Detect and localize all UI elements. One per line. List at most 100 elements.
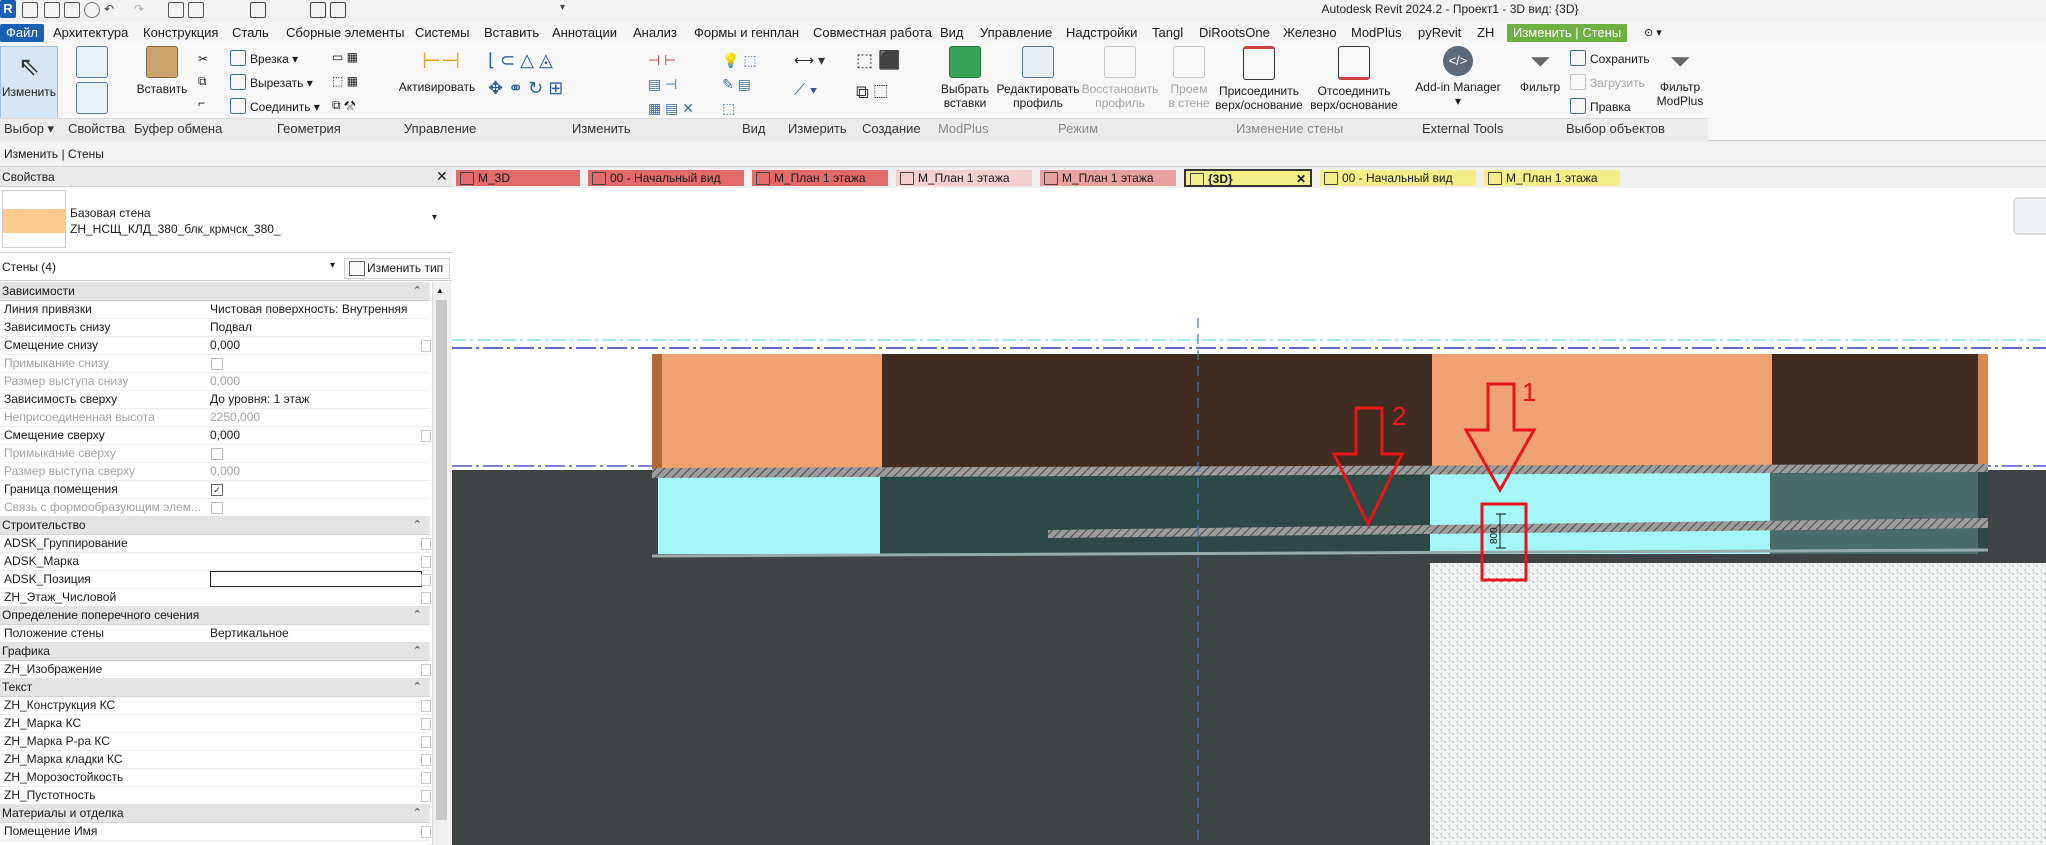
property-checkbox[interactable]: ✓ (211, 484, 223, 496)
redo-icon[interactable]: ↷ (134, 2, 148, 16)
viewcube[interactable] (2013, 197, 2046, 235)
property-row[interactable]: Граница помещения ✓ (0, 480, 430, 499)
measure-distance-icon[interactable]: ⟷ ▾ (794, 52, 825, 69)
property-row[interactable]: ADSK_Марка (0, 552, 431, 571)
attach-top-base-button[interactable]: Присоединить верх/основание (1214, 46, 1304, 120)
tab-pyrevit[interactable]: pyRevit (1418, 24, 1461, 42)
ribbon-toggle-icon[interactable]: ⊙ ▾ (1644, 24, 1662, 42)
trim-icon[interactable]: ▤ ⊣ (648, 76, 677, 93)
mirror-icon[interactable]: ⊣ ⊢ (648, 52, 676, 69)
tab-analyze[interactable]: Анализ (633, 24, 677, 42)
soil-fill[interactable] (1430, 563, 2046, 845)
customize-qat-icon[interactable]: ▾ (560, 2, 574, 16)
associate-parameter-icon[interactable] (421, 340, 431, 352)
paste-button[interactable]: Вставить (132, 46, 192, 120)
property-group[interactable]: Зависимости ⌃ (0, 282, 430, 301)
associate-parameter-icon[interactable] (421, 718, 431, 730)
associate-parameter-icon[interactable] (421, 538, 431, 550)
property-row[interactable]: ZH_Морозостойкость (0, 768, 431, 787)
cut-clipboard-icon[interactable]: ✂ (198, 52, 208, 66)
property-row[interactable]: ZH_Этаж_Числовой (0, 588, 431, 607)
modify-button[interactable]: ⇖ Изменить (0, 46, 58, 122)
collapse-chevron-icon[interactable]: ⌃ (413, 516, 422, 534)
property-value[interactable]: 0,000 (210, 426, 420, 444)
tab-view[interactable]: Вид (940, 24, 964, 42)
join-button[interactable]: Соединить ▾ (230, 98, 320, 114)
activate-button[interactable]: ⊢⊣ Активировать (396, 46, 478, 120)
property-row[interactable]: Положение стены Вертикальное (0, 624, 430, 643)
tab-collaborate[interactable]: Совместная работа (813, 24, 932, 42)
tab-precast[interactable]: Сборные элементы (286, 24, 404, 42)
save-icon[interactable] (64, 2, 80, 18)
tab-dirootsone[interactable]: DiRootsOne (1199, 24, 1270, 42)
property-value[interactable]: Вертикальное (210, 624, 420, 642)
wall-opening-button[interactable]: Проем в стене (1164, 46, 1214, 120)
addin-manager-button[interactable]: </> Add-in Manager ▾ (1410, 46, 1506, 120)
collapse-chevron-icon[interactable]: ⌃ (413, 678, 422, 696)
align-icon[interactable]: ⌊ ⊂ △ ◬ (488, 50, 553, 71)
property-row[interactable]: ADSK_Позиция (0, 570, 431, 589)
panel-select[interactable]: Выбор ▾ (4, 121, 54, 137)
select-inserts-button[interactable]: Выбрать вставки (934, 46, 996, 120)
upper-wall-brick-left[interactable] (662, 354, 882, 470)
view-tab[interactable]: 00 - Начальный вид (588, 170, 744, 186)
property-value[interactable]: Чистовая поверхность: Внутренняя (210, 300, 420, 318)
close-tab-icon[interactable]: ✕ (1296, 171, 1306, 185)
associate-parameter-icon[interactable] (421, 826, 431, 838)
property-row[interactable]: Зависимость снизу Подвал (0, 318, 430, 337)
detach-top-base-button[interactable]: Отсоединить верх/основание (1306, 46, 1402, 120)
upper-wall-brick-right[interactable] (1432, 354, 1772, 470)
tab-steel[interactable]: Сталь (232, 24, 269, 42)
cut-geometry-button[interactable]: Врезка ▾ (230, 50, 298, 66)
property-group[interactable]: Строительство ⌃ (0, 516, 430, 535)
tab-tangl[interactable]: Tangl (1152, 24, 1183, 42)
associate-parameter-icon[interactable] (421, 592, 431, 604)
property-group[interactable]: Текст ⌃ (0, 678, 430, 697)
view-tab[interactable]: М_План 1 этажа (1040, 170, 1176, 186)
property-row[interactable]: Линия привязки Чистовая поверхность: Внут… (0, 300, 430, 319)
measure-icon[interactable] (188, 2, 204, 18)
property-row[interactable]: ZH_Марка кладки КС (0, 750, 431, 769)
tab-massing-site[interactable]: Формы и генплан (694, 24, 799, 42)
property-row[interactable]: ZH_Пустотность (0, 786, 431, 805)
property-value[interactable]: До уровня: 1 этаж (210, 390, 420, 408)
associate-parameter-icon[interactable] (421, 736, 431, 748)
property-row[interactable]: Смещение снизу 0,000 (0, 336, 431, 355)
model-view[interactable]: 1 2 800 (452, 188, 2046, 845)
reset-profile-button[interactable]: Восстановить профиль (1080, 46, 1160, 120)
edit-type-button[interactable]: Изменить тип (344, 258, 450, 279)
view-tab[interactable]: М_План 1 этажа (1484, 170, 1620, 186)
folder-icon[interactable] (44, 2, 60, 18)
create-assembly-icon[interactable]: ⬚ ⬛ (856, 50, 900, 71)
tab-addins[interactable]: Надстройки (1066, 24, 1137, 42)
property-row[interactable]: ZH_Марка Р-ра КС (0, 732, 431, 751)
thin-lines-icon[interactable] (310, 2, 326, 18)
associate-parameter-icon[interactable] (421, 700, 431, 712)
array-icon[interactable]: ▦ ▤ ✕ (648, 100, 694, 117)
property-value[interactable]: 0,000 (210, 336, 420, 354)
associate-parameter-icon[interactable] (421, 664, 431, 676)
undo-icon[interactable]: ↶ (104, 2, 118, 16)
property-value[interactable] (210, 571, 422, 587)
override-icon[interactable]: ✎ ▤ (722, 76, 751, 93)
collapse-chevron-icon[interactable]: ⌃ (413, 642, 422, 660)
associate-parameter-icon[interactable] (421, 430, 431, 442)
close-hidden-icon[interactable] (250, 2, 266, 18)
open-icon[interactable] (22, 2, 38, 18)
close-icon[interactable]: ✕ (436, 168, 448, 185)
property-group[interactable]: Определение поперечного сечения ⌃ (0, 606, 430, 625)
property-row[interactable]: Зависимость сверху До уровня: 1 этаж (0, 390, 430, 409)
sync-icon[interactable] (84, 2, 100, 18)
paint-icon[interactable]: ⧉ ⚒ (332, 98, 355, 113)
scroll-thumb[interactable] (436, 300, 447, 820)
create-group-icon[interactable]: ⧉ ⬚ (856, 82, 888, 103)
hide-icon[interactable]: 💡 ⬚ (722, 52, 757, 69)
view-tab[interactable]: 00 - Начальный вид (1320, 170, 1476, 186)
filter-chevron-icon[interactable]: ▾ (330, 260, 335, 271)
print-icon[interactable] (168, 2, 184, 18)
instance-filter[interactable]: Стены (4) (2, 260, 56, 274)
property-value[interactable]: Подвал (210, 318, 420, 336)
switch-windows-icon[interactable] (330, 2, 346, 18)
chevron-down-icon[interactable]: ▾ (432, 212, 437, 223)
revit-logo[interactable]: R (0, 0, 16, 18)
